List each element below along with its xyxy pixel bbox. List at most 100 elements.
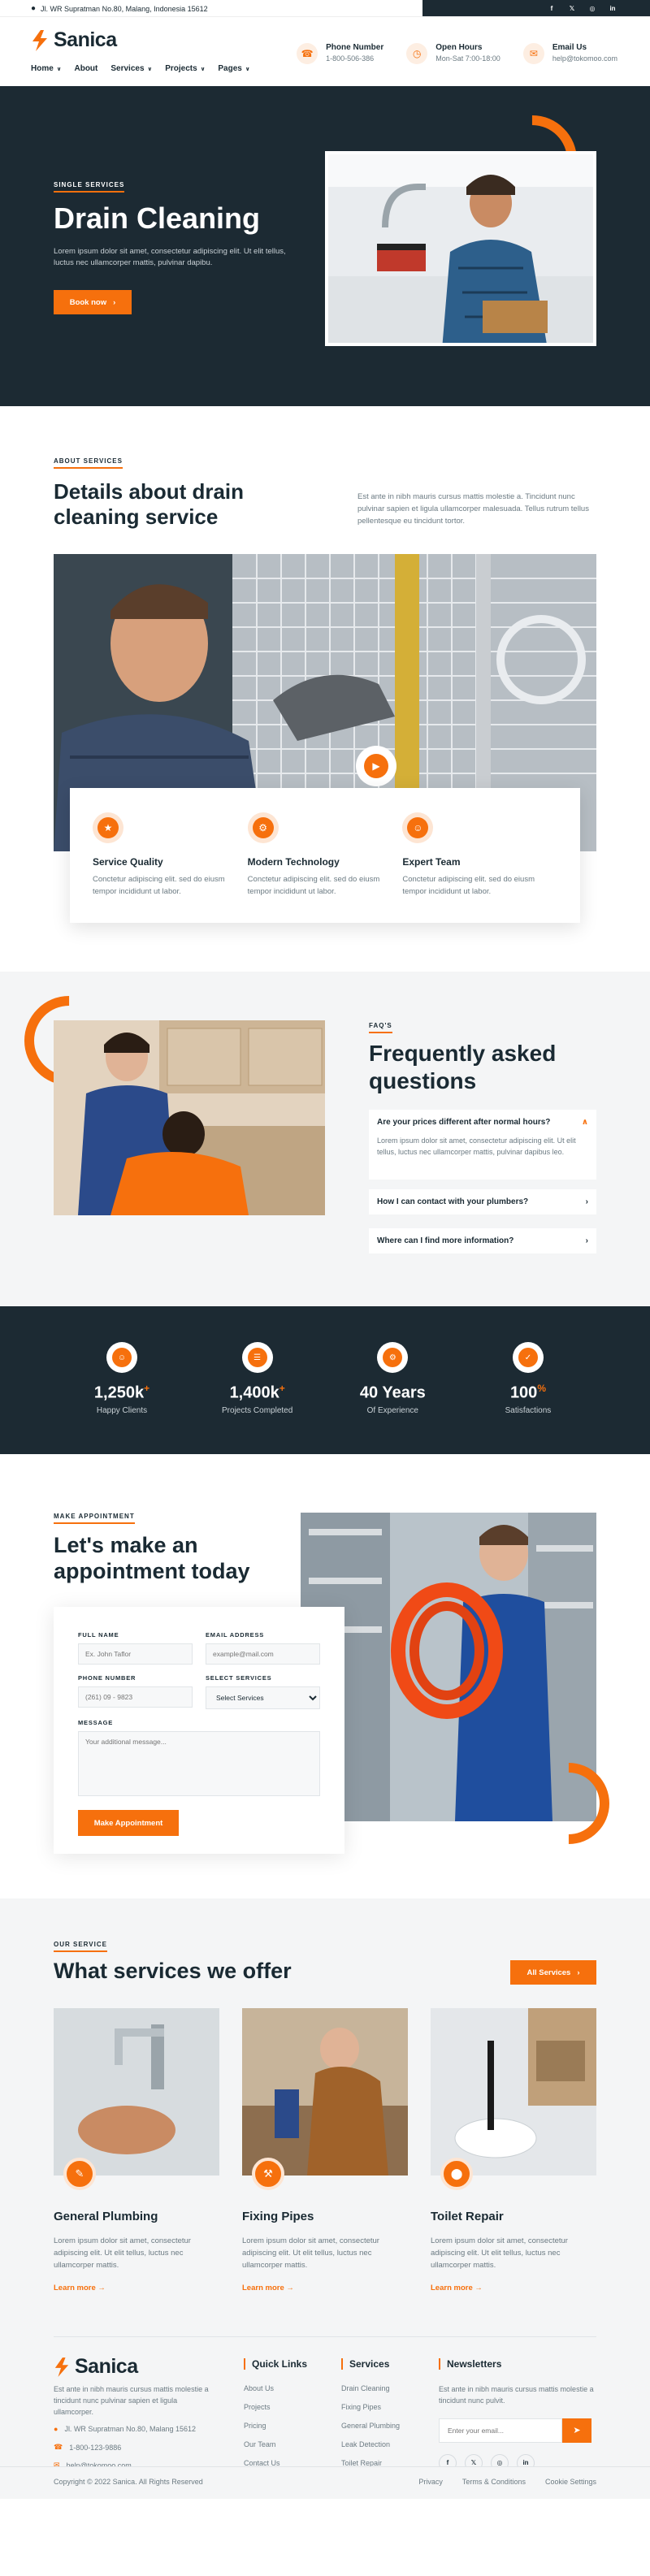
facebook-icon[interactable]: f — [547, 3, 557, 13]
nav-item-projects[interactable]: Projects ∨ — [165, 64, 205, 73]
instagram-icon[interactable]: ◎ — [587, 3, 597, 13]
section-title: Let's make an appointment today — [54, 1533, 250, 1584]
contact-phone[interactable]: ☎ Phone Number 1-800-506-386 — [297, 43, 384, 64]
section-title: What services we offer — [54, 1959, 292, 1983]
footer-link[interactable]: About Us — [244, 2384, 307, 2392]
experience-icon: ⚙ — [377, 1342, 409, 1373]
section-tag: OUR SERVICE — [54, 1941, 107, 1952]
stat-suffix: + — [144, 1383, 150, 1394]
legal-link[interactable]: Terms & Conditions — [462, 2478, 526, 2486]
button-label: All Services — [526, 1968, 571, 1977]
faq-item[interactable]: Where can I find more information? › — [369, 1228, 596, 1253]
topbar-social: f 𝕏 ◎ in — [422, 0, 650, 16]
full-name-input[interactable] — [78, 1643, 193, 1665]
contact-email[interactable]: ✉ Email Us help@tokomoo.com — [522, 43, 618, 64]
stat-label: Satisfactions — [505, 1405, 552, 1415]
nav-item-services[interactable]: Services ∨ — [110, 64, 152, 73]
message-textarea[interactable] — [78, 1731, 320, 1796]
footer-link[interactable]: Drain Cleaning — [341, 2384, 400, 2392]
copyright-bar: Copyright © 2022 Sanica. All Rights Rese… — [0, 2466, 650, 2499]
mail-icon: ✉ — [522, 43, 544, 64]
chevron-up-icon: ∧ — [581, 1118, 588, 1127]
footer-link[interactable]: Our Team — [244, 2440, 307, 2448]
all-services-button[interactable]: All Services › — [510, 1960, 596, 1985]
book-now-button[interactable]: Book now › — [54, 290, 132, 314]
clients-icon: ☺ — [106, 1342, 137, 1373]
toilet-icon: ⬤ — [440, 2158, 473, 2190]
arrow-right-icon: → — [474, 2283, 483, 2292]
service-select[interactable]: Select Services — [206, 1686, 320, 1709]
team-icon: ☺ — [402, 812, 434, 843]
clock-icon: ◷ — [406, 43, 428, 64]
nav-item-home[interactable]: Home ∨ — [31, 64, 61, 73]
stat-number: 100 — [509, 1383, 538, 1402]
footer-logo[interactable]: Sanica — [54, 2355, 138, 2379]
footer-link[interactable]: General Plumbing — [341, 2422, 400, 2430]
linkedin-icon[interactable]: in — [608, 3, 618, 13]
nav-item-about[interactable]: About — [74, 64, 98, 73]
chevron-down-icon: ∨ — [56, 66, 62, 72]
hero-tag: SINGLE SERVICES — [54, 181, 125, 193]
newsletter-form: ➤ — [439, 2418, 592, 2443]
stat-item: ✓ 100% Satisfactions — [479, 1306, 577, 1454]
footer-link[interactable]: Fixing Pipes — [341, 2403, 400, 2411]
feature-title: Modern Technology — [247, 856, 340, 868]
learn-more-link[interactable]: Learn more → — [54, 2284, 219, 2292]
address-text: Jl. WR Supratman No.80, Malang 15612 — [64, 2425, 197, 2433]
section-title: Frequently asked questions — [369, 1041, 557, 1093]
projects-icon: ☰ — [241, 1342, 273, 1373]
faq-item[interactable]: How I can contact with your plumbers? › — [369, 1189, 596, 1214]
field-label: EMAIL ADDRESS — [206, 1631, 265, 1639]
logo[interactable]: Sanica — [31, 28, 117, 52]
footer-link[interactable]: Leak Detection — [341, 2440, 400, 2448]
play-button[interactable]: ▶ — [356, 746, 396, 786]
email-input[interactable] — [206, 1643, 320, 1665]
stat-item: ⚙ 40 Years Of Experience — [344, 1306, 441, 1454]
nav-item-pages[interactable]: Pages ∨ — [218, 64, 249, 73]
footer-address: ● Jl. WR Supratman No.80, Malang 15612 — [54, 2425, 196, 2433]
link-label: Learn more — [431, 2283, 473, 2292]
plumbing-icon: ✎ — [63, 2158, 96, 2190]
main-nav: Home ∨ About Services ∨ Projects ∨ Pages ∨ — [31, 64, 250, 73]
stat-item: ☺ 1,250k+ Happy Clients — [73, 1306, 171, 1454]
about-section: ABOUT SERVICES Details about drain clean… — [0, 406, 650, 972]
footer-link[interactable]: Pricing — [244, 2422, 307, 2430]
address-info: ● Jl. WR Supratman No.80, Malang, Indone… — [31, 4, 208, 13]
learn-more-link[interactable]: Learn more → — [242, 2284, 408, 2292]
field-label: PHONE NUMBER — [78, 1674, 136, 1682]
kitchen-photo — [54, 1020, 325, 1215]
faq-section: FAQ'S Frequently asked questions Are you… — [0, 972, 650, 1306]
service-image — [54, 2008, 219, 2176]
faq-item-open[interactable]: Are your prices different after normal h… — [369, 1110, 596, 1180]
make-appointment-button[interactable]: Make Appointment — [78, 1810, 179, 1836]
location-icon: ● — [31, 4, 37, 13]
footer-link[interactable]: Projects — [244, 2403, 307, 2411]
logo-icon — [32, 29, 47, 51]
section-tag: MAKE APPOINTMENT — [54, 1513, 135, 1524]
legal-links: Privacy Terms & Conditions Cookie Settin… — [418, 2478, 596, 2486]
faq-answer: Lorem ipsum dolor sit amet, consectetur … — [377, 1136, 576, 1157]
feature-text: Conctetur adipiscing elit. sed do eiusm … — [93, 875, 225, 896]
satisfaction-icon: ✓ — [512, 1342, 544, 1373]
newsletter-submit-button[interactable]: ➤ — [562, 2418, 592, 2443]
newsletter-email-input[interactable] — [439, 2418, 562, 2443]
phone-input[interactable] — [78, 1686, 193, 1708]
contact-title: Email Us — [552, 43, 587, 52]
contact-hours: ◷ Open Hours Mon-Sat 7:00-18:00 — [406, 43, 500, 64]
stat-suffix: % — [537, 1383, 546, 1394]
hero-section: SINGLE SERVICES Drain Cleaning Lorem ips… — [0, 86, 650, 406]
chevron-right-icon: › — [577, 1968, 580, 1977]
stat-number: 1,400k — [229, 1383, 280, 1402]
hero-text: Lorem ipsum dolor sit amet, consectetur … — [54, 247, 286, 268]
footer-phone[interactable]: ☎ 1-800-123-9886 — [54, 2443, 121, 2452]
service-title: Toilet Repair — [431, 2210, 504, 2223]
send-icon: ➤ — [573, 2426, 581, 2436]
contact-value: 1-800-506-386 — [326, 54, 375, 63]
legal-link[interactable]: Cookie Settings — [545, 2478, 596, 2486]
twitter-icon[interactable]: 𝕏 — [567, 3, 577, 13]
legal-link[interactable]: Privacy — [418, 2478, 443, 2486]
newsletter: Newsletters Est ante in nibh mauris curs… — [439, 2358, 601, 2472]
learn-more-link[interactable]: Learn more → — [431, 2284, 596, 2292]
faq-image — [54, 1020, 325, 1215]
phone-icon: ☎ — [297, 43, 318, 64]
